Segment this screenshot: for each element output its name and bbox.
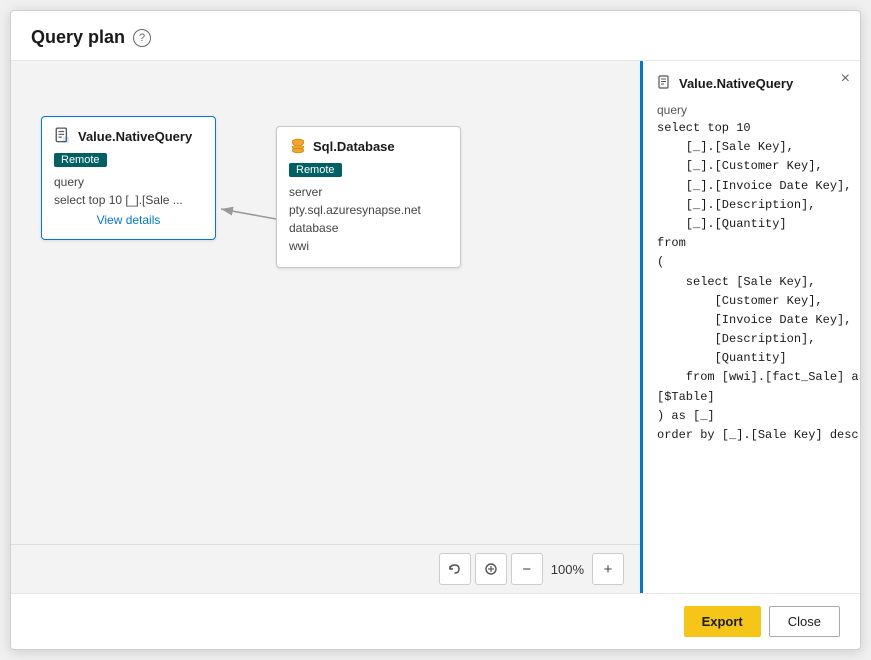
fit-icon — [484, 562, 498, 576]
diagram-canvas: Value.NativeQuery Remote query select to… — [11, 61, 640, 544]
right-server-value: pty.sql.azuresynapse.net — [289, 203, 421, 217]
modal-header: Query plan ? — [11, 11, 860, 61]
right-node-card[interactable]: Sql.Database Remote server pty.sql.azure… — [276, 126, 461, 268]
right-node-badge: Remote — [289, 163, 342, 177]
left-node-title: Value.NativeQuery — [78, 129, 192, 144]
left-node-card[interactable]: Value.NativeQuery Remote query select to… — [41, 116, 216, 240]
modal-title: Query plan — [31, 27, 125, 48]
help-icon[interactable]: ? — [133, 29, 151, 47]
left-query-label: query — [54, 175, 84, 189]
zoom-out-button[interactable]: − — [511, 553, 543, 585]
export-button[interactable]: Export — [684, 606, 761, 637]
zoom-in-button[interactable]: + — [592, 553, 624, 585]
details-query-label: query — [657, 103, 846, 117]
query-icon — [54, 127, 72, 145]
right-database-value: wwi — [289, 239, 309, 253]
zoom-level: 100% — [551, 562, 584, 577]
database-icon — [289, 137, 307, 155]
undo-icon — [448, 562, 462, 576]
undo-button[interactable] — [439, 553, 471, 585]
diagram-toolbar: − 100% + — [11, 544, 640, 593]
modal-footer: Export Close — [11, 593, 860, 649]
details-title: Value.NativeQuery — [679, 76, 793, 91]
left-node-info: query select top 10 [_].[Sale ... — [54, 173, 203, 209]
zoom-in-icon: + — [604, 561, 613, 578]
right-server-label: server — [289, 185, 322, 199]
details-query-code: select top 10 [_].[Sale Key], [_].[Custo… — [657, 119, 846, 445]
details-panel: × Value.NativeQuery query select top 10 … — [640, 61, 860, 593]
fit-button[interactable] — [475, 553, 507, 585]
modal-body: Value.NativeQuery Remote query select to… — [11, 61, 860, 593]
left-query-preview: select top 10 [_].[Sale ... — [54, 193, 183, 207]
details-query-icon — [657, 75, 673, 91]
query-plan-modal: Query plan ? — [10, 10, 861, 650]
left-node-badge: Remote — [54, 153, 107, 167]
details-close-button[interactable]: × — [841, 71, 850, 87]
right-node-header: Sql.Database — [289, 137, 448, 155]
right-node-info: server pty.sql.azuresynapse.net database… — [289, 183, 448, 255]
diagram-panel: Value.NativeQuery Remote query select to… — [11, 61, 640, 593]
view-details-link[interactable]: View details — [54, 213, 203, 227]
details-title-row: Value.NativeQuery — [657, 75, 846, 91]
right-node-title: Sql.Database — [313, 139, 395, 154]
close-button[interactable]: Close — [769, 606, 840, 637]
zoom-out-icon: − — [522, 561, 531, 578]
right-database-label: database — [289, 221, 338, 235]
left-node-header: Value.NativeQuery — [54, 127, 203, 145]
